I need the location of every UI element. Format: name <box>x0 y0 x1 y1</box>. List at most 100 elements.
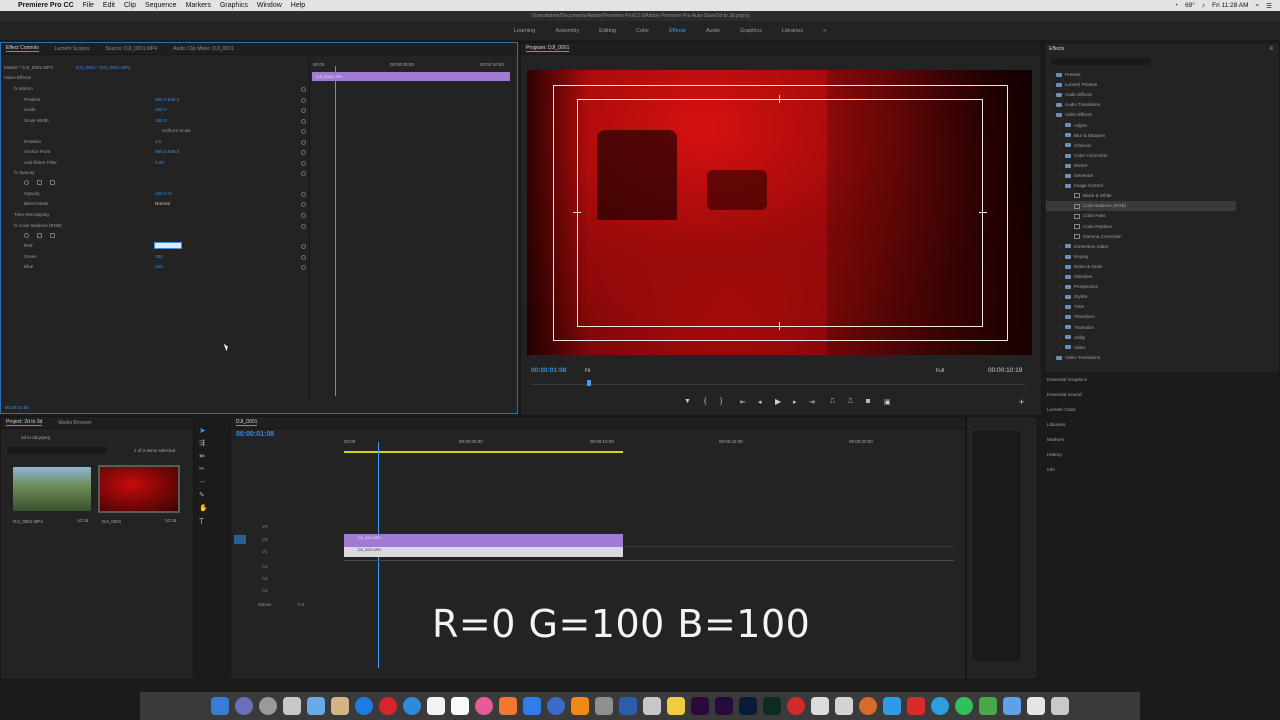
menu-help[interactable]: Help <box>291 2 305 9</box>
reset-parameter-icon[interactable] <box>301 87 306 92</box>
menu-window[interactable]: Window <box>257 2 282 9</box>
hand-tool-icon[interactable]: ✋ <box>199 504 208 512</box>
sequence-thumbnail[interactable] <box>98 465 180 513</box>
adobe-cc-icon[interactable] <box>907 697 925 715</box>
work-area-bar[interactable] <box>344 451 623 453</box>
reset-parameter-icon[interactable] <box>301 171 306 176</box>
program-mini-timeline[interactable] <box>531 384 1025 390</box>
panel-libraries[interactable]: Libraries <box>1047 423 1065 428</box>
photos-icon[interactable] <box>475 697 493 715</box>
clock[interactable]: Fri 11:28 AM <box>1212 2 1248 9</box>
effects-folder[interactable]: › Immersive Video <box>1059 242 1108 252</box>
safari-icon[interactable] <box>355 697 373 715</box>
effect-row-value[interactable]: 100.0 % <box>155 189 172 199</box>
effect-row[interactable]: Time Remapping <box>14 210 49 220</box>
fit-dropdown[interactable]: Fit <box>585 368 591 374</box>
reset-parameter-icon[interactable] <box>301 265 306 270</box>
effect-row[interactable]: fx Color Balance (RGB) <box>14 221 62 231</box>
effect-row[interactable]: Scale Width <box>24 116 49 126</box>
track-v3-label[interactable]: V3 <box>262 524 268 529</box>
preview-icon[interactable] <box>835 697 853 715</box>
workspace-graphics[interactable]: Graphics <box>740 28 762 34</box>
terminal-icon[interactable] <box>643 697 661 715</box>
davinci-icon[interactable] <box>787 697 805 715</box>
effects-folder[interactable]: › Image Control <box>1059 181 1103 191</box>
reset-parameter-icon[interactable] <box>301 98 306 103</box>
program-timecode[interactable]: 00:00:01:08 <box>531 367 566 374</box>
printer-icon[interactable] <box>811 697 829 715</box>
menu-sequence[interactable]: Sequence <box>145 2 177 9</box>
reset-parameter-icon[interactable] <box>301 213 306 218</box>
track-v2-label[interactable]: V2 <box>262 537 268 542</box>
sticky-icon[interactable] <box>667 697 685 715</box>
effects-folder[interactable]: › Lumetri Presets <box>1050 80 1097 90</box>
slip-tool-icon[interactable]: ↔ <box>199 478 206 485</box>
panel-history[interactable]: History <box>1047 453 1062 458</box>
tab-program[interactable]: Program: DJI_0001 <box>526 45 570 52</box>
workspace-effects[interactable]: Effects <box>669 28 686 34</box>
effects-folder[interactable]: › Noise & Grain <box>1059 262 1103 272</box>
effects-folder[interactable]: › Video Transitions <box>1050 353 1100 363</box>
effects-folder[interactable]: › Transition <box>1059 323 1094 333</box>
timeline-ruler[interactable]: 00:00 00:00:05:00 00:00:10:00 00:00:15:0… <box>344 436 954 452</box>
ec-clip-bar[interactable]: DJI_0001.MP4 <box>312 72 510 81</box>
reset-parameter-icon[interactable] <box>301 244 306 249</box>
timeline-timecode[interactable]: 00:00:01:08 <box>236 431 274 438</box>
reset-parameter-icon[interactable] <box>301 224 306 229</box>
razor-tool-icon[interactable]: ✂ <box>199 465 205 473</box>
calendar-icon[interactable] <box>427 697 445 715</box>
effect-row[interactable]: Red <box>24 241 32 251</box>
ellipse-mask-icon[interactable] <box>24 180 29 185</box>
effect-row[interactable]: fx Motion <box>14 84 33 94</box>
vpn-icon[interactable] <box>979 697 997 715</box>
workspace-editing[interactable]: Editing <box>599 28 616 34</box>
add-button[interactable]: + <box>1019 397 1024 407</box>
effect-row[interactable]: Blue <box>24 262 33 272</box>
track-a1-label[interactable]: A1 <box>262 564 268 569</box>
step-forward-button[interactable]: ▸ <box>793 398 797 406</box>
effect-row[interactable]: Green <box>24 252 37 262</box>
network-icon[interactable] <box>547 697 565 715</box>
downloads-folder-icon[interactable] <box>1003 697 1021 715</box>
effect-row-value[interactable]: 100 <box>155 252 163 262</box>
selection-tool-icon[interactable]: ➤ <box>199 426 206 435</box>
ripple-edit-tool-icon[interactable]: ⇹ <box>199 452 205 460</box>
tab-project[interactable]: Project: 2d to 3d <box>6 419 43 426</box>
workspace-learning[interactable]: Learning <box>514 28 535 34</box>
effects-folder[interactable]: › Stylize <box>1059 292 1088 302</box>
ibooks-icon[interactable] <box>499 697 517 715</box>
track-a3-label[interactable]: A3 <box>262 588 268 593</box>
finder-icon[interactable] <box>211 697 229 715</box>
project-search-input[interactable] <box>7 447 107 454</box>
effect-row[interactable]: Anti-flicker Filter <box>24 158 57 168</box>
premiere-icon[interactable] <box>691 697 709 715</box>
workspace-more[interactable]: » <box>823 28 826 34</box>
program-playhead[interactable] <box>587 380 591 386</box>
effect-row-value[interactable]: 960.0 540.0 <box>155 95 179 105</box>
effect-row-value[interactable]: 100 <box>155 262 163 272</box>
ec-ruler[interactable]: 00:00 00:00:05:00 00:00:10:00 <box>310 60 514 70</box>
utility-icon[interactable] <box>595 697 613 715</box>
reset-parameter-icon[interactable] <box>301 140 306 145</box>
whatsapp-icon[interactable] <box>955 697 973 715</box>
master-volume[interactable]: 0.0 <box>298 602 304 607</box>
effect-row[interactable]: fx Opacity <box>14 168 34 178</box>
effects-folder[interactable]: › Obsolete <box>1059 272 1092 282</box>
clip-selector[interactable]: DJI_0001 * DJI_0001.MP4 <box>76 63 130 73</box>
menu-edit[interactable]: Edit <box>103 2 115 9</box>
timeline-clip-v2[interactable]: DJI_0001.MP4 <box>344 534 623 547</box>
rectangle-mask-icon[interactable] <box>37 180 42 185</box>
firefox-icon[interactable] <box>859 697 877 715</box>
textedit-icon[interactable] <box>451 697 469 715</box>
word-icon[interactable] <box>619 697 637 715</box>
rectangle-mask-icon[interactable] <box>37 233 42 238</box>
photo-icon[interactable] <box>307 697 325 715</box>
audition-icon[interactable] <box>763 697 781 715</box>
effects-folder[interactable]: › Video Effects <box>1050 110 1092 120</box>
track-v1-label[interactable]: V1 <box>262 549 268 554</box>
timeline-clip-v1[interactable]: DJI_0001.MP4 <box>344 547 623 557</box>
master-clip-selector[interactable]: Master * DJI_0001.MP4 <box>4 63 53 73</box>
effect-row-value[interactable]: 0.0 <box>155 137 161 147</box>
panel-essential-sound[interactable]: Essential Sound <box>1047 393 1082 398</box>
effects-folder[interactable]: › Transform <box>1059 312 1095 322</box>
